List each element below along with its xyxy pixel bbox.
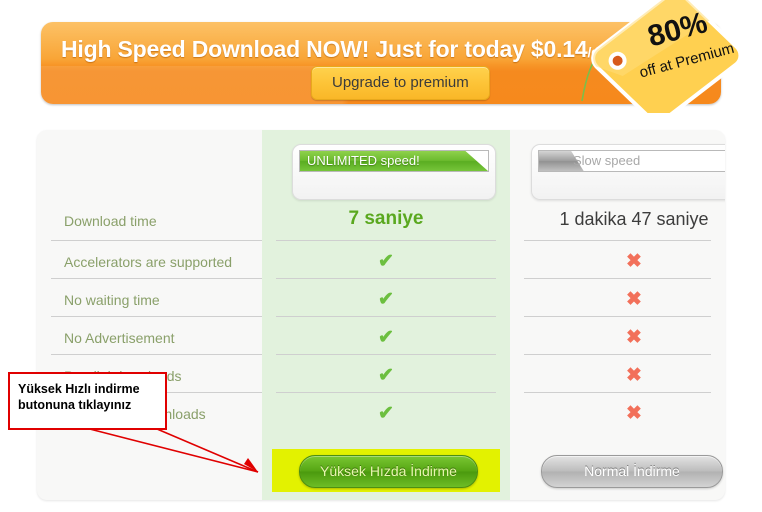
row-divider-right — [524, 354, 711, 355]
row-label: No waiting time — [64, 292, 160, 308]
cross-icon: ✖ — [626, 289, 642, 310]
row-divider-mid — [276, 240, 496, 241]
banner-headline: High Speed Download NOW! Just for today … — [61, 36, 623, 63]
row-divider-right — [524, 316, 711, 317]
promo-banner: High Speed Download NOW! Just for today … — [41, 22, 721, 104]
row-divider-left — [51, 278, 262, 279]
check-icon: ✔ — [378, 289, 394, 310]
upgrade-to-premium-button[interactable]: Upgrade to premium — [311, 66, 490, 100]
row-divider-mid — [276, 278, 496, 279]
row-divider-right — [524, 240, 711, 241]
cross-icon: ✖ — [626, 327, 642, 348]
row-divider-mid — [276, 354, 496, 355]
row-divider-left — [51, 316, 262, 317]
banner-headline-perday: /day — [587, 44, 615, 60]
annotation-callout: Yüksek Hızlı indirme butonuna tıklayınız — [8, 372, 167, 430]
row-divider-mid — [276, 316, 496, 317]
banner-headline-end: ! — [614, 36, 623, 62]
row-divider-right — [524, 278, 711, 279]
cross-icon: ✖ — [626, 251, 642, 272]
check-icon: ✔ — [378, 327, 394, 348]
banner-headline-main: High Speed Download NOW! Just for today … — [61, 36, 588, 62]
row-label: No Advertisement — [64, 330, 175, 346]
row-divider-left — [51, 354, 262, 355]
row-label: Accelerators are supported — [64, 254, 233, 270]
row-divider-left — [51, 240, 262, 241]
annotation-text: Yüksek Hızlı indirme butonuna tıklayınız — [18, 382, 140, 412]
check-icon: ✔ — [378, 251, 394, 272]
